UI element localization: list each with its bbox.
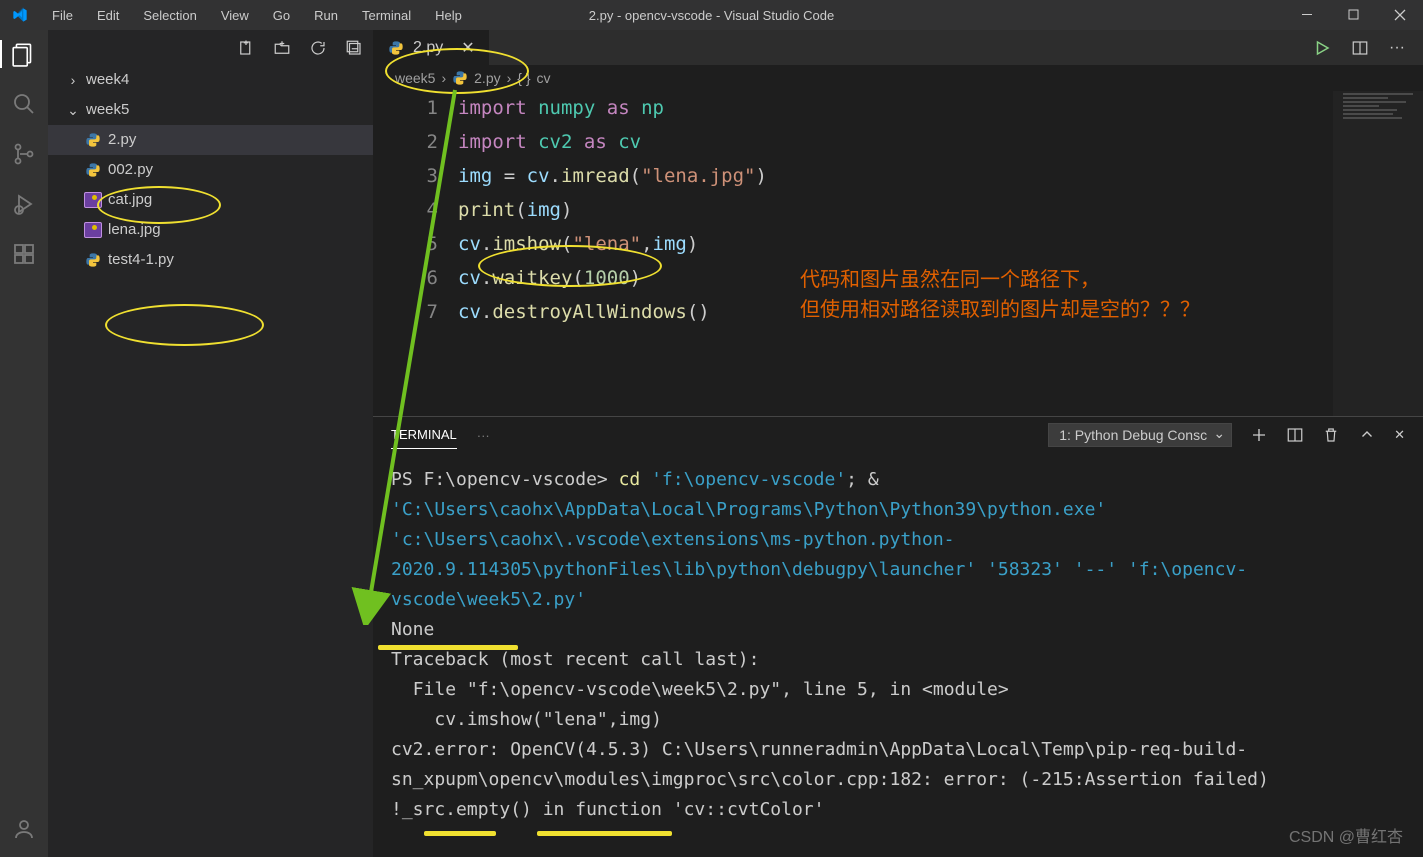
file-002.py[interactable]: 002.py bbox=[48, 155, 373, 185]
account-icon[interactable] bbox=[10, 815, 38, 843]
more-actions-icon[interactable]: ··· bbox=[1389, 39, 1405, 57]
extensions-icon[interactable] bbox=[10, 240, 38, 268]
menu-go[interactable]: Go bbox=[261, 4, 302, 27]
file-2.py[interactable]: 2.py bbox=[48, 125, 373, 155]
explorer-sidebar: ›week4⌄week52.py002.pycat.jpglena.jpgtes… bbox=[48, 30, 373, 857]
terminal-output[interactable]: PS F:\opencv-vscode> cd 'f:\opencv-vscod… bbox=[373, 453, 1423, 857]
file-cat.jpg[interactable]: cat.jpg bbox=[48, 185, 373, 215]
window-title: 2.py - opencv-vscode - Visual Studio Cod… bbox=[589, 8, 834, 23]
close-button[interactable] bbox=[1377, 0, 1423, 30]
more-icon[interactable]: ··· bbox=[477, 428, 490, 443]
python-file-icon bbox=[84, 251, 102, 269]
menu-run[interactable]: Run bbox=[302, 4, 350, 27]
maximize-button[interactable] bbox=[1331, 0, 1377, 30]
explorer-toolbar bbox=[48, 30, 373, 65]
breadcrumb-seg1[interactable]: week5 bbox=[395, 70, 435, 86]
folder-week5[interactable]: ⌄week5 bbox=[48, 95, 373, 125]
terminal-dropdown[interactable]: 1: Python Debug Consc bbox=[1048, 423, 1232, 447]
bottom-panel: TERMINAL ··· 1: Python Debug Consc ✕ PS … bbox=[373, 416, 1423, 857]
menubar: File Edit Selection View Go Run Terminal… bbox=[40, 4, 474, 27]
titlebar: File Edit Selection View Go Run Terminal… bbox=[0, 0, 1423, 30]
file-test4-1.py[interactable]: test4-1.py bbox=[48, 245, 373, 275]
run-button[interactable] bbox=[1313, 39, 1331, 57]
menu-help[interactable]: Help bbox=[423, 4, 474, 27]
breadcrumb[interactable]: week5 › 2.py › { } cv bbox=[373, 65, 1423, 91]
minimap[interactable] bbox=[1333, 91, 1423, 416]
vscode-icon bbox=[12, 7, 28, 23]
chevron-right-icon: › bbox=[66, 65, 80, 95]
terminal-tab[interactable]: TERMINAL bbox=[391, 421, 457, 449]
split-terminal-icon[interactable] bbox=[1286, 426, 1304, 444]
folder-week4[interactable]: ›week4 bbox=[48, 65, 373, 95]
breadcrumb-seg4[interactable]: cv bbox=[537, 70, 551, 86]
code-content[interactable]: import numpy as npimport cv2 as cvimg = … bbox=[458, 91, 1423, 416]
maximize-panel-icon[interactable] bbox=[1358, 426, 1376, 444]
breadcrumb-seg2[interactable]: 2.py bbox=[474, 70, 500, 86]
file-tree: ›week4⌄week52.py002.pycat.jpglena.jpgtes… bbox=[48, 65, 373, 275]
python-file-icon bbox=[84, 131, 102, 149]
python-file-icon bbox=[452, 70, 468, 86]
image-file-icon bbox=[84, 222, 102, 238]
chevron-right-icon: › bbox=[507, 70, 512, 86]
menu-selection[interactable]: Selection bbox=[131, 4, 208, 27]
menu-terminal[interactable]: Terminal bbox=[350, 4, 423, 27]
tab-close-icon[interactable]: ✕ bbox=[461, 38, 474, 58]
python-file-icon bbox=[84, 161, 102, 179]
search-icon[interactable] bbox=[10, 90, 38, 118]
image-file-icon bbox=[84, 192, 102, 208]
new-folder-icon[interactable] bbox=[273, 39, 291, 57]
line-numbers: 1234567 bbox=[373, 91, 458, 416]
chevron-right-icon: › bbox=[441, 70, 446, 86]
chevron-down-icon: ⌄ bbox=[66, 95, 80, 125]
python-file-icon bbox=[387, 39, 405, 57]
source-control-icon[interactable] bbox=[10, 140, 38, 168]
breadcrumb-seg3[interactable]: { } bbox=[517, 70, 530, 86]
watermark: CSDN @曹红杏 bbox=[1289, 823, 1403, 847]
collapse-all-icon[interactable] bbox=[345, 39, 363, 57]
trash-icon[interactable] bbox=[1322, 426, 1340, 444]
new-terminal-icon[interactable] bbox=[1250, 426, 1268, 444]
new-file-icon[interactable] bbox=[237, 39, 255, 57]
menu-file[interactable]: File bbox=[40, 4, 85, 27]
code-editor[interactable]: 1234567 import numpy as npimport cv2 as … bbox=[373, 91, 1423, 416]
activity-bar bbox=[0, 30, 48, 857]
menu-view[interactable]: View bbox=[209, 4, 261, 27]
file-lena.jpg[interactable]: lena.jpg bbox=[48, 215, 373, 245]
tab-bar: 2.py ✕ ··· bbox=[373, 30, 1423, 65]
split-editor-icon[interactable] bbox=[1351, 39, 1369, 57]
close-panel-icon[interactable]: ✕ bbox=[1394, 427, 1405, 443]
tab-2py[interactable]: 2.py ✕ bbox=[373, 30, 489, 65]
debug-icon[interactable] bbox=[10, 190, 38, 218]
minimize-button[interactable] bbox=[1285, 0, 1331, 30]
menu-edit[interactable]: Edit bbox=[85, 4, 131, 27]
refresh-icon[interactable] bbox=[309, 39, 327, 57]
tab-label: 2.py bbox=[413, 39, 443, 57]
explorer-icon[interactable] bbox=[10, 40, 38, 68]
